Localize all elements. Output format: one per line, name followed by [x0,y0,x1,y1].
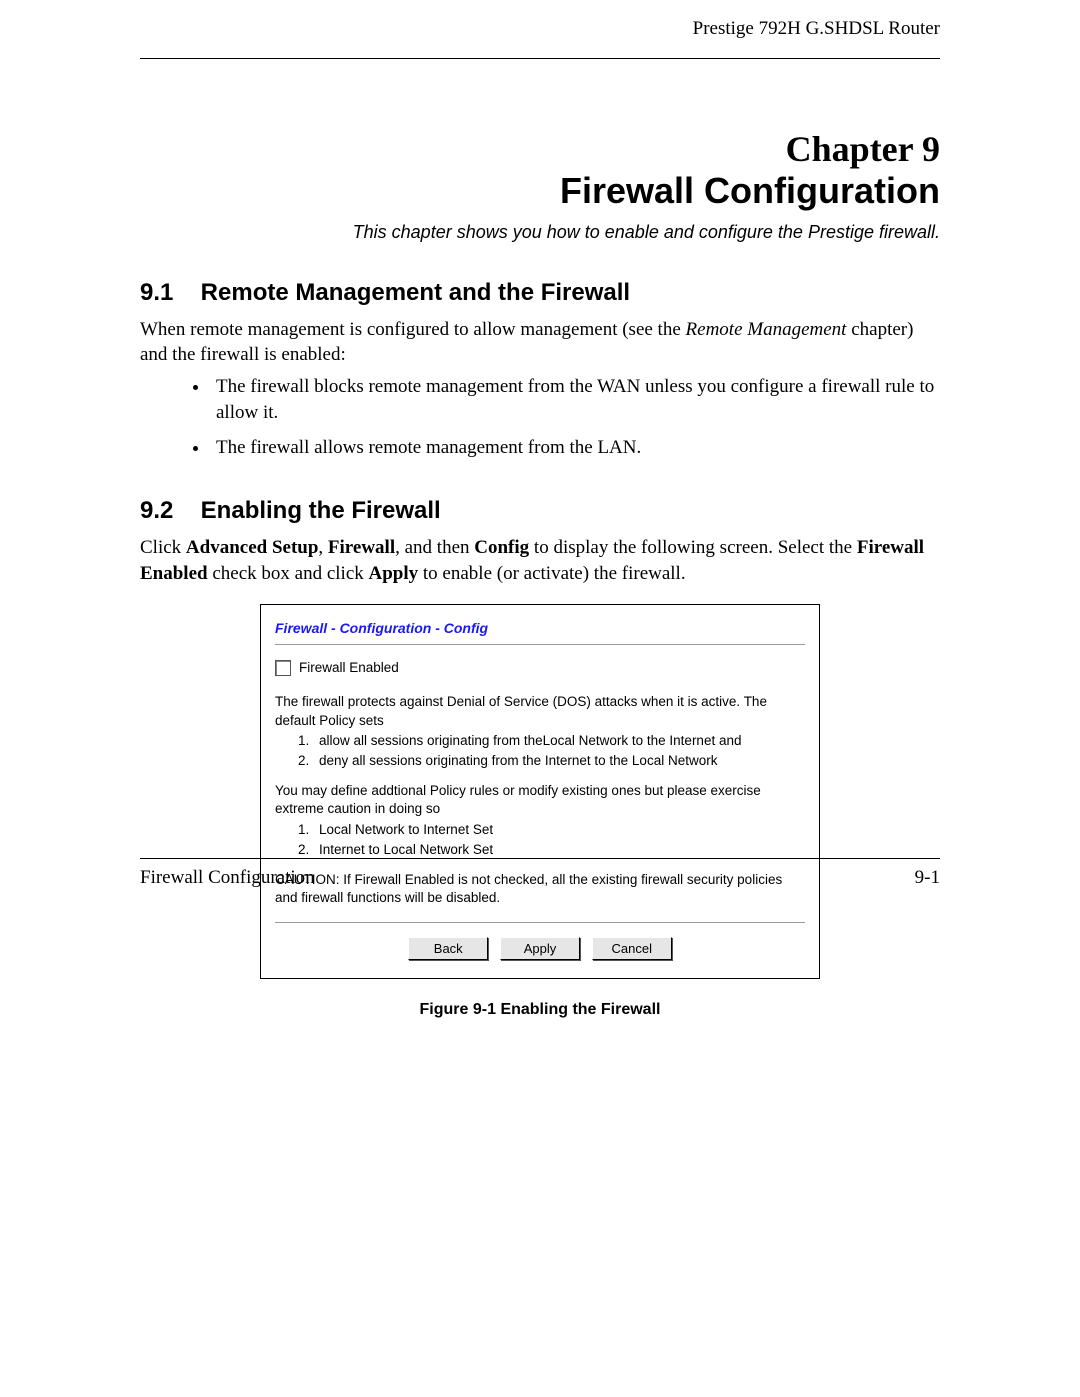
section-9-2-heading: 9.2 Enabling the Firewall [140,497,940,525]
footer-page-number: 9-1 [915,867,940,889]
firewall-enabled-label: Firewall Enabled [299,659,399,677]
section-9-1-bullet-1: The firewall blocks remote management fr… [210,374,940,425]
panel-paragraph-2: You may define addtional Policy rules or… [275,782,805,818]
section-9-1-number: 9.1 [140,279,194,307]
firewall-config-panel: Firewall - Configuration - Config Firewa… [260,604,820,979]
chapter-subtitle: This chapter shows you how to enable and… [140,222,940,243]
section-9-1-title: Remote Management and the Firewall [201,279,630,306]
panel-policy-item-2: deny all sessions originating from the I… [313,752,805,770]
firewall-enabled-checkbox[interactable] [275,660,291,676]
section-9-1-bullet-2: The firewall allows remote management fr… [210,435,940,461]
chapter-number: Chapter 9 [140,129,940,170]
panel-title: Firewall - Configuration - Config [275,619,805,638]
section-9-2-title: Enabling the Firewall [201,497,441,524]
panel-divider-top [275,644,805,645]
back-button[interactable]: Back [408,937,488,961]
panel-ruleset-item-1: Local Network to Internet Set [313,821,805,839]
apply-button[interactable]: Apply [500,937,580,961]
panel-policy-item-1: allow all sessions originating from theL… [313,732,805,750]
section-9-2-number: 9.2 [140,497,194,525]
panel-paragraph-1: The firewall protects against Denial of … [275,693,805,729]
section-9-1-heading: 9.1 Remote Management and the Firewall [140,279,940,307]
chapter-title: Firewall Configuration [140,170,940,211]
section-9-2-paragraph: Click Advanced Setup, Firewall, and then… [140,535,940,586]
figure-caption: Figure 9-1 Enabling the Firewall [140,1001,940,1019]
header-product: Prestige 792H G.SHDSL Router [140,18,940,40]
section-9-1-paragraph: When remote management is configured to … [140,317,940,368]
footer-section-name: Firewall Configuration [140,867,315,889]
panel-ruleset-item-2: Internet to Local Network Set [313,841,805,859]
cancel-button[interactable]: Cancel [592,937,672,961]
panel-divider-bottom [275,922,805,923]
header-rule [140,58,940,59]
